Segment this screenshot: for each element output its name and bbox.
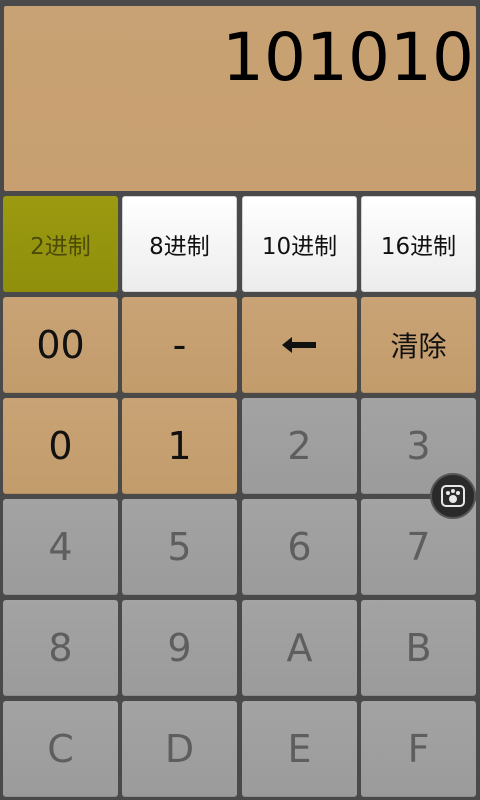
digit-9-button[interactable]: 9 — [122, 600, 237, 696]
minus-button[interactable]: - — [122, 297, 237, 393]
backspace-arrow-icon — [281, 337, 316, 353]
paw-icon — [441, 485, 465, 507]
digit-8-button[interactable]: 8 — [3, 600, 118, 696]
floating-assistant-button[interactable] — [430, 473, 476, 519]
mode-decimal-button[interactable]: 10进制 — [242, 196, 357, 292]
digit-1-button[interactable]: 1 — [122, 398, 237, 494]
clear-button[interactable]: 清除 — [361, 297, 476, 393]
mode-binary-button[interactable]: 2进制 — [3, 196, 118, 292]
mode-octal-button[interactable]: 8进制 — [122, 196, 237, 292]
mode-hex-button[interactable]: 16进制 — [361, 196, 476, 292]
digit-0-button[interactable]: 0 — [3, 398, 118, 494]
digit-f-button[interactable]: F — [361, 701, 476, 797]
digit-5-button[interactable]: 5 — [122, 499, 237, 595]
digit-d-button[interactable]: D — [122, 701, 237, 797]
digit-b-button[interactable]: B — [361, 600, 476, 696]
result-display: 101010 — [4, 6, 476, 191]
calculator-app: 101010 2进制 8进制 10进制 16进制 00 - 清除 0 1 2 3… — [0, 0, 480, 800]
digit-c-button[interactable]: C — [3, 701, 118, 797]
digit-e-button[interactable]: E — [242, 701, 357, 797]
display-value: 101010 — [222, 19, 474, 96]
digit-2-button[interactable]: 2 — [242, 398, 357, 494]
digit-a-button[interactable]: A — [242, 600, 357, 696]
double-zero-button[interactable]: 00 — [3, 297, 118, 393]
digit-6-button[interactable]: 6 — [242, 499, 357, 595]
backspace-button[interactable] — [242, 297, 357, 393]
digit-4-button[interactable]: 4 — [3, 499, 118, 595]
